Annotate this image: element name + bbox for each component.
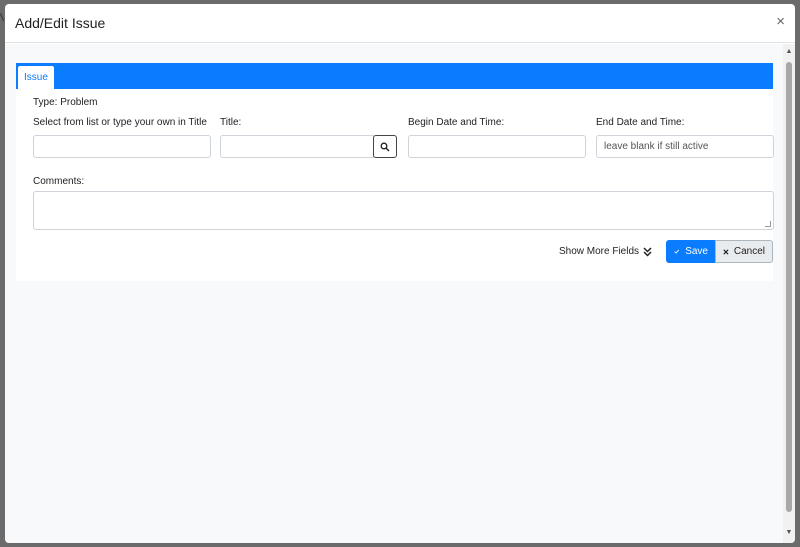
issue-form-panel: Type: Problem Select from list or type y… (16, 89, 774, 281)
comments-label: Comments: (33, 176, 85, 187)
vertical-scrollbar[interactable]: ▲ ▼ (783, 44, 795, 543)
end-date-label: End Date and Time: (596, 117, 685, 128)
modal-title: Add/Edit Issue (15, 15, 106, 31)
show-more-fields-button[interactable]: Show More Fields (559, 246, 652, 257)
save-label: Save (685, 246, 708, 257)
double-chevron-down-icon (643, 246, 652, 257)
modal-header: Add/Edit Issue × (5, 4, 795, 43)
begin-date-input[interactable] (408, 135, 586, 158)
begin-date-label: Begin Date and Time: (408, 117, 505, 128)
close-icon[interactable]: × (776, 14, 785, 29)
cancel-button[interactable]: Cancel (715, 240, 773, 263)
scroll-up-arrow-icon[interactable]: ▲ (783, 46, 795, 58)
select-list-input[interactable] (33, 135, 211, 158)
issue-type-text: Type: Problem (33, 97, 98, 108)
tab-bar: Issue (16, 63, 773, 89)
end-date-input[interactable]: leave blank if still active (596, 135, 774, 158)
scroll-down-arrow-icon[interactable]: ▼ (783, 527, 795, 539)
scrollbar-thumb[interactable] (786, 62, 792, 512)
title-input[interactable] (220, 135, 374, 158)
show-more-fields-label: Show More Fields (559, 246, 640, 257)
save-button[interactable]: Save (666, 240, 716, 263)
cancel-label: Cancel (733, 246, 765, 257)
times-icon (723, 248, 729, 255)
comments-textarea[interactable] (33, 191, 774, 230)
tab-issue[interactable]: Issue (18, 66, 54, 89)
check-icon (674, 249, 680, 254)
select-list-label: Select from list or type your own in Tit… (33, 117, 207, 128)
background-fragment: V (0, 12, 4, 24)
resize-handle[interactable] (765, 221, 771, 227)
add-edit-issue-modal: Add/Edit Issue × Issue Type: Problem Sel… (5, 4, 795, 543)
title-label: Title: (220, 117, 242, 128)
search-icon (380, 142, 390, 151)
title-search-button[interactable] (373, 135, 397, 158)
modal-body: Issue Type: Problem Select from list or … (5, 44, 783, 543)
